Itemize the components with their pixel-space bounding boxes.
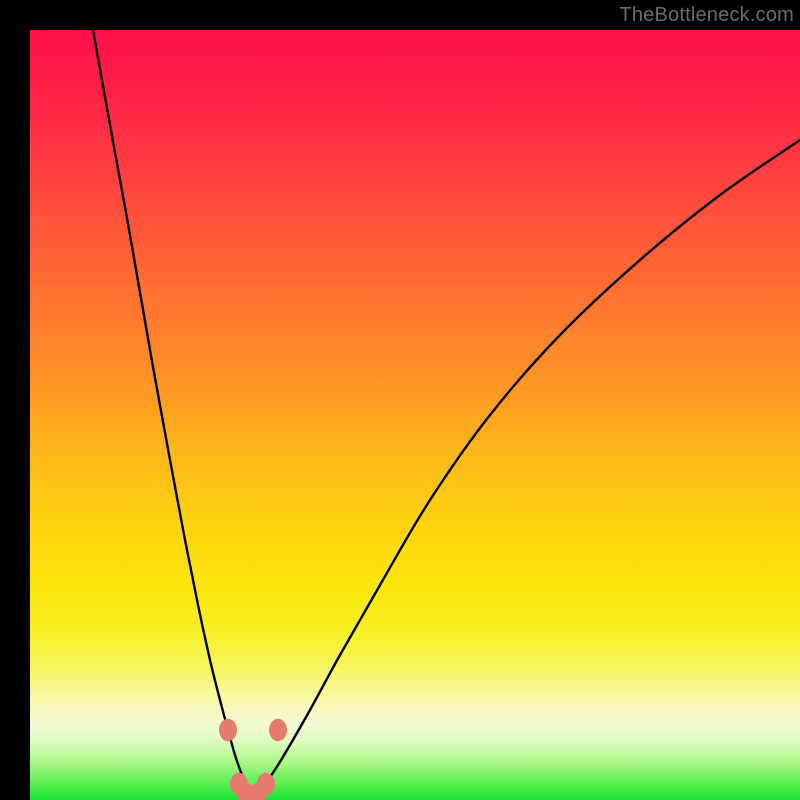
watermark-text: TheBottleneck.com (619, 4, 794, 27)
marker-group (219, 719, 287, 800)
chart-frame: TheBottleneck.com (0, 0, 800, 800)
curve-marker (219, 719, 237, 742)
curve-left-branch (93, 30, 254, 796)
curve-svg (30, 30, 800, 800)
curve-marker (269, 719, 287, 742)
curve-right-branch (254, 140, 800, 796)
plot-area (30, 30, 800, 800)
